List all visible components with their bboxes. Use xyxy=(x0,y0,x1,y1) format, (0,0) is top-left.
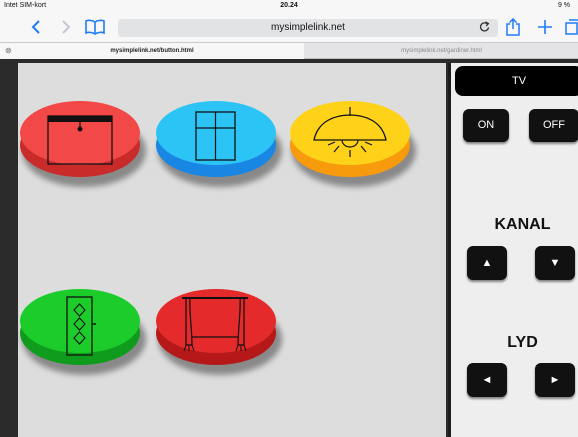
share-button[interactable] xyxy=(504,17,522,36)
chevron-left-icon xyxy=(31,20,40,34)
channel-label: KANAL xyxy=(494,216,551,233)
ceiling-lamp-icon xyxy=(313,107,387,157)
tabs-icon xyxy=(565,19,578,35)
status-bar: Intet SIM-kort 20.24 9 % xyxy=(0,0,578,12)
battery-level: 9 % xyxy=(557,2,570,9)
volume-down-button[interactable]: ◄ xyxy=(467,363,507,397)
tab-button-html[interactable]: ⊗ mysimplelink.net/button.html xyxy=(0,43,304,59)
blind-icon xyxy=(47,115,113,165)
tab-label: mysimplelink.net/gardiner.html xyxy=(401,48,482,54)
tab-label: mysimplelink.net/button.html xyxy=(110,48,194,54)
reload-icon xyxy=(479,21,490,32)
forward-button[interactable] xyxy=(58,18,74,36)
back-button[interactable] xyxy=(28,18,44,36)
window-icon xyxy=(195,111,236,161)
page-content: TV ON OFF KANAL ▲ ▼ LYD ◄ ► xyxy=(0,59,578,437)
arrow-up-icon: ▲ xyxy=(481,257,493,269)
clock: 20.24 xyxy=(280,2,298,9)
close-icon[interactable]: ⊗ xyxy=(5,43,12,59)
button-panel xyxy=(18,63,446,437)
channel-up-button[interactable]: ▲ xyxy=(467,246,507,280)
tv-remote-panel: TV ON OFF KANAL ▲ ▼ LYD ◄ ► xyxy=(448,63,578,437)
new-tab-button[interactable] xyxy=(536,18,554,36)
tv-off-button[interactable]: OFF xyxy=(529,109,578,142)
door-button[interactable] xyxy=(20,289,146,375)
lamp-button[interactable] xyxy=(290,101,416,187)
tabs-button[interactable] xyxy=(565,18,578,36)
bookmarks-button[interactable] xyxy=(84,18,106,36)
browser-toolbar: mysimplelink.net xyxy=(0,12,578,42)
arrow-right-icon: ► xyxy=(549,374,561,386)
volume-up-button[interactable]: ► xyxy=(535,363,575,397)
curtain-icon xyxy=(182,297,248,352)
tab-gardiner-html[interactable]: mysimplelink.net/gardiner.html xyxy=(305,43,578,59)
arrow-left-icon: ◄ xyxy=(481,374,493,386)
arrow-down-icon: ▼ xyxy=(549,257,561,269)
tv-title-button[interactable]: TV xyxy=(455,66,578,96)
plus-icon xyxy=(538,20,552,34)
tv-on-button[interactable]: ON xyxy=(463,109,509,142)
share-icon xyxy=(506,17,520,36)
blind-button[interactable] xyxy=(20,101,146,187)
tab-strip: ⊗ mysimplelink.net/button.html mysimplel… xyxy=(0,42,578,59)
curtain-button[interactable] xyxy=(156,289,282,375)
reload-button[interactable] xyxy=(479,21,490,36)
window-button[interactable] xyxy=(156,101,282,187)
url-text: mysimplelink.net xyxy=(271,22,345,33)
door-icon xyxy=(66,296,96,356)
channel-down-button[interactable]: ▼ xyxy=(535,246,575,280)
book-icon xyxy=(85,19,105,35)
volume-label: LYD xyxy=(507,334,538,351)
address-bar[interactable]: mysimplelink.net xyxy=(118,19,498,37)
chevron-right-icon xyxy=(62,20,71,34)
